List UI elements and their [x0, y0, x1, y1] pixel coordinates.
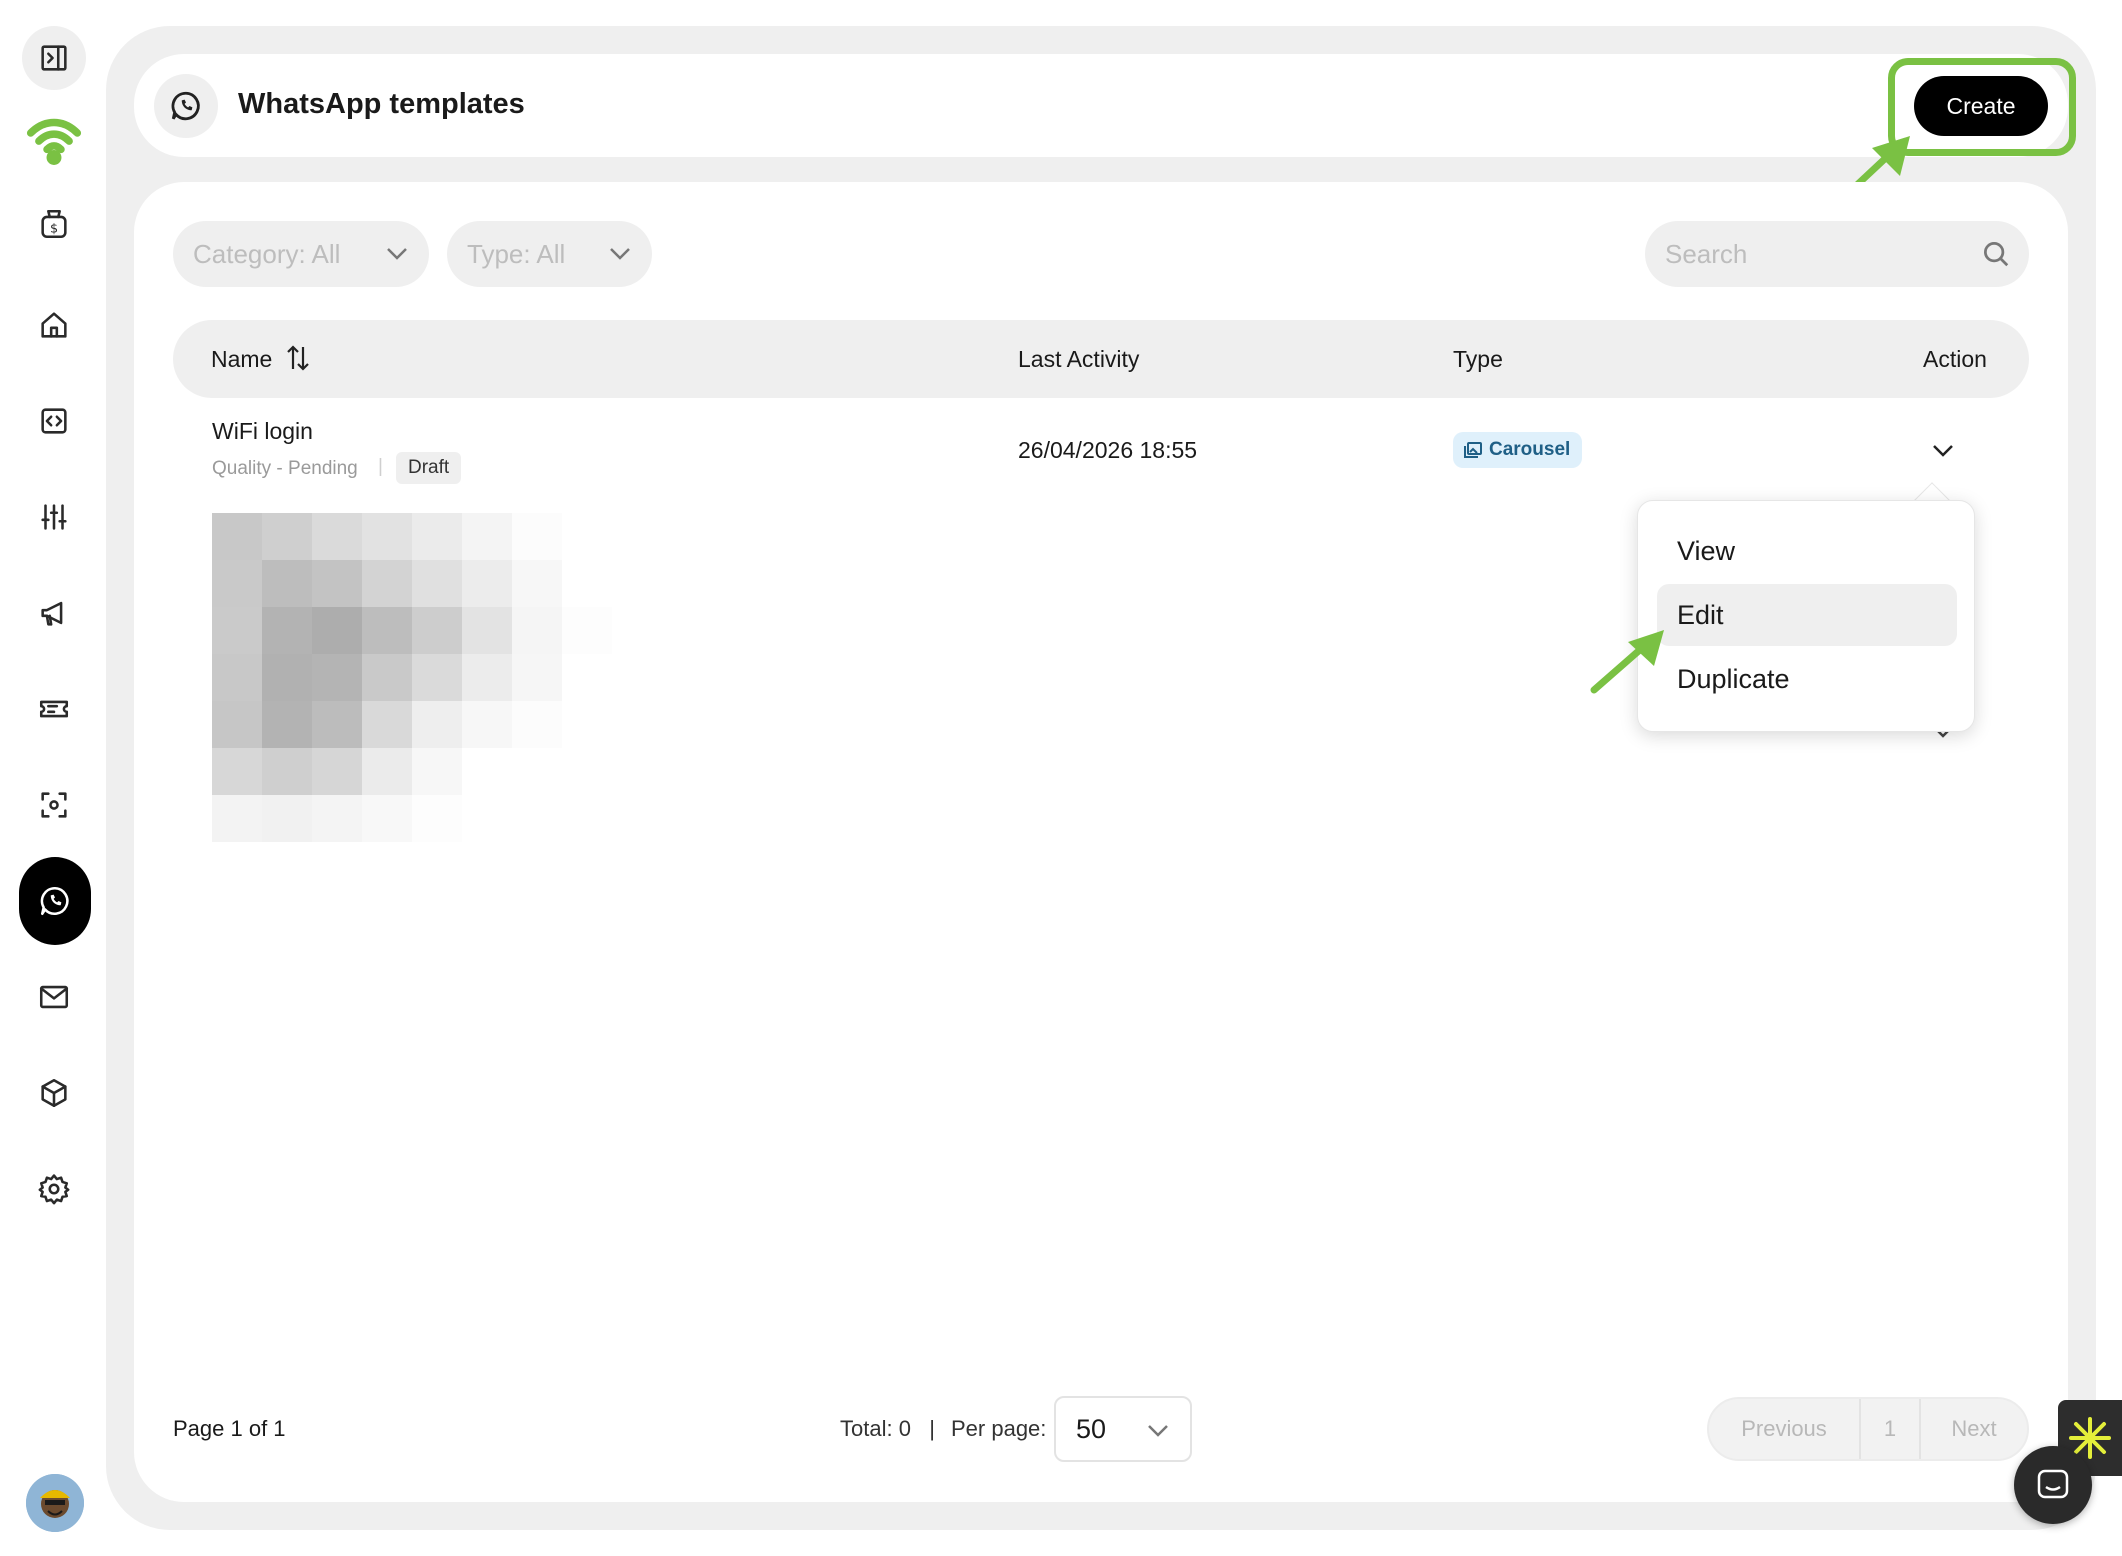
sidebar: $: [0, 0, 108, 1556]
image-stack-icon: [1464, 442, 1482, 458]
search-input[interactable]: [1665, 231, 1965, 277]
arrow-to-edit-icon: [1590, 630, 1664, 694]
chevron-down-icon: [387, 248, 407, 260]
avatar[interactable]: [26, 1474, 84, 1532]
whatsapp-icon: [154, 74, 218, 138]
column-header-last-activity: Last Activity: [1018, 346, 1140, 372]
menu-item-edit[interactable]: Edit: [1657, 584, 1957, 646]
chevron-down-icon: [610, 248, 630, 260]
per-page-label: Per page:: [951, 1416, 1047, 1441]
per-page-value: 50: [1076, 1414, 1107, 1444]
column-header-type: Type: [1453, 346, 1503, 372]
wifi-logo-icon[interactable]: [22, 108, 86, 172]
chat-launcher-icon[interactable]: [2014, 1446, 2092, 1524]
gear-icon[interactable]: [22, 1157, 86, 1221]
column-header-action: Action: [1923, 346, 1987, 372]
money-bag-icon[interactable]: $: [22, 192, 86, 256]
page-info: Page 1 of 1: [173, 1416, 286, 1441]
last-activity: 26/04/2026 18:55: [1018, 437, 1198, 463]
scan-icon[interactable]: [22, 773, 86, 837]
pagination: Previous 1 Next: [1707, 1397, 2029, 1461]
search-box: [1645, 221, 2029, 287]
per-page-select[interactable]: 50: [1054, 1396, 1192, 1462]
sliders-icon[interactable]: [22, 485, 86, 549]
template-preview-image: [212, 513, 612, 843]
type-badge-label: Carousel: [1489, 439, 1571, 460]
megaphone-icon[interactable]: [22, 581, 86, 645]
home-icon[interactable]: [22, 293, 86, 357]
total-count: Total: 0 |: [840, 1416, 935, 1442]
page-title: WhatsApp templates: [238, 88, 525, 120]
sidebar-collapse-icon[interactable]: [22, 26, 86, 90]
whatsapp-icon[interactable]: [19, 857, 91, 945]
quality-status: Quality - Pending: [212, 458, 358, 479]
previous-button[interactable]: Previous: [1709, 1399, 1861, 1459]
create-button[interactable]: Create: [1914, 76, 2048, 136]
menu-item-view[interactable]: View: [1657, 520, 1957, 582]
menu-item-duplicate[interactable]: Duplicate: [1657, 648, 1957, 710]
page-header: WhatsApp templates: [134, 54, 2068, 157]
category-filter[interactable]: Category: All: [173, 221, 429, 287]
code-icon[interactable]: [22, 389, 86, 453]
total-label: Total: 0: [840, 1416, 911, 1441]
type-filter-label: Type: All: [467, 238, 566, 269]
search-icon[interactable]: [1981, 239, 2011, 269]
template-name[interactable]: WiFi login: [212, 418, 313, 445]
cube-icon[interactable]: [22, 1061, 86, 1125]
table-header: Name Last Activity Type Action: [173, 320, 2029, 398]
mail-icon[interactable]: [22, 965, 86, 1029]
chevron-down-icon: [1148, 1425, 1168, 1437]
next-button[interactable]: Next: [1921, 1399, 2027, 1459]
status-badge: Draft: [396, 452, 462, 484]
total-separator: |: [929, 1416, 935, 1441]
type-badge: Carousel: [1453, 432, 1583, 468]
category-filter-label: Category: All: [193, 238, 341, 269]
type-filter[interactable]: Type: All: [447, 221, 652, 287]
ticket-icon[interactable]: [22, 677, 86, 741]
action-chevron-icon[interactable]: [1929, 436, 1957, 464]
column-header-name[interactable]: Name: [211, 346, 272, 373]
svg-text:$: $: [50, 222, 58, 237]
action-menu: View Edit Duplicate: [1637, 500, 1975, 732]
quality-separator: |: [378, 456, 383, 477]
sort-icon[interactable]: [285, 344, 311, 372]
page-number-button[interactable]: 1: [1861, 1399, 1921, 1459]
